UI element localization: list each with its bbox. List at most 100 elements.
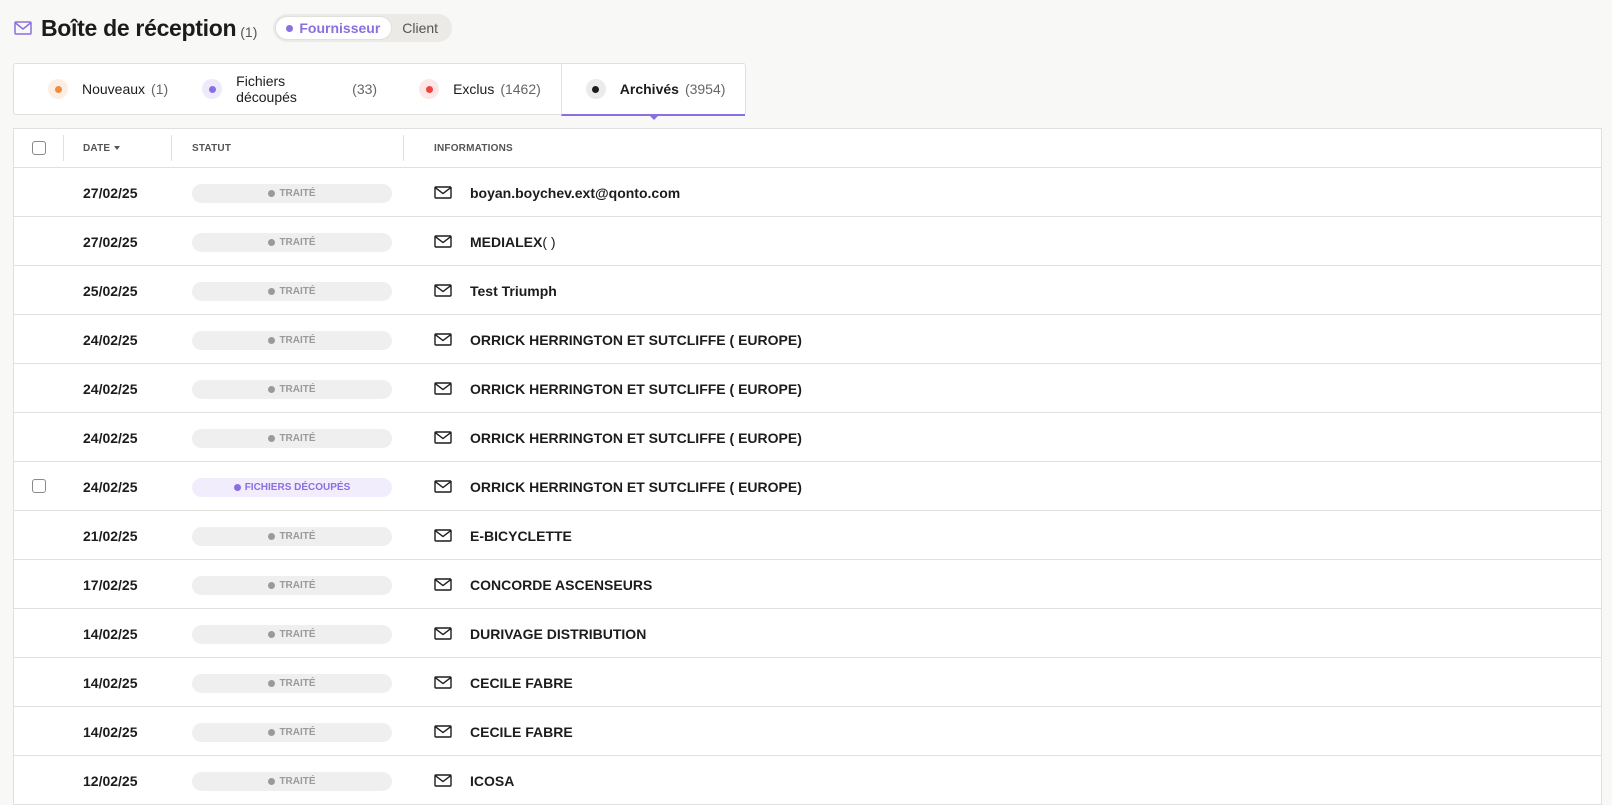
status-badge: TRAITÉ	[192, 625, 392, 644]
row-info: DURIVAGE DISTRIBUTION	[470, 625, 647, 642]
active-dot-icon	[286, 24, 294, 32]
table-row[interactable]: 27/02/25 TRAITÉ MEDIALEX ( )	[14, 217, 1601, 266]
envelope-icon	[434, 235, 452, 248]
row-info: CONCORDE ASCENSEURS	[470, 576, 653, 593]
column-divider	[171, 135, 172, 161]
status-badge: TRAITÉ	[192, 772, 392, 791]
row-date: 12/02/25	[83, 772, 138, 789]
row-date: 14/02/25	[83, 723, 138, 740]
column-header-status: STATUT	[192, 142, 232, 154]
row-date: 24/02/25	[83, 429, 138, 446]
envelope-icon	[434, 382, 452, 395]
status-dot-icon	[268, 631, 276, 638]
row-info: ORRICK HERRINGTON ET SUTCLIFFE ( EUROPE)	[470, 429, 802, 446]
page-title-count: (1)	[240, 24, 258, 40]
column-header-date[interactable]: DATE	[83, 129, 121, 167]
row-checkbox[interactable]	[32, 479, 46, 493]
column-divider	[63, 135, 64, 161]
status-dot-icon	[268, 386, 276, 393]
table-row[interactable]: 24/02/25 TRAITÉ ORRICK HERRINGTON ET SUTCL…	[14, 315, 1601, 364]
select-all-checkbox[interactable]	[32, 141, 46, 155]
table-row[interactable]: 12/02/25 TRAITÉ ICOSA	[14, 756, 1601, 805]
status-dot-icon	[268, 582, 276, 589]
envelope-icon	[434, 529, 452, 542]
row-info: boyan.boychev.ext@qonto.com	[470, 184, 681, 201]
column-divider	[403, 135, 404, 161]
status-badge: TRAITÉ	[192, 331, 392, 350]
status-badge: TRAITÉ	[192, 184, 392, 203]
tab-nouveaux[interactable]: Nouveaux (1)	[14, 64, 188, 114]
envelope-icon	[434, 725, 452, 738]
active-tab-caret-icon	[649, 116, 658, 120]
row-info: E-BICYCLETTE	[470, 527, 572, 544]
envelope-icon	[434, 578, 452, 591]
table-row[interactable]: 14/02/25 TRAITÉ CECILE FABRE	[14, 658, 1601, 707]
table-row[interactable]: 24/02/25 FICHIERS DÉCOUPÉS ORRICK HERRINGT…	[14, 462, 1601, 511]
row-date: 24/02/25	[83, 478, 138, 495]
purple-dot-icon	[202, 79, 223, 99]
row-info: CECILE FABRE	[470, 674, 573, 691]
envelope-icon	[434, 284, 452, 297]
status-dot-icon	[268, 435, 276, 442]
tab-archives[interactable]: Archivés (3954)	[560, 64, 746, 120]
row-info: ORRICK HERRINGTON ET SUTCLIFFE ( EUROPE)	[470, 380, 802, 397]
column-header-info: INFORMATIONS	[434, 142, 513, 154]
black-dot-icon	[585, 79, 606, 99]
row-date: 21/02/25	[83, 527, 138, 544]
row-date: 14/02/25	[83, 674, 138, 691]
page-title: Boîte de réception	[41, 14, 237, 41]
status-dot-icon	[268, 729, 276, 736]
table-row[interactable]: 14/02/25 TRAITÉ CECILE FABRE	[14, 707, 1601, 756]
red-dot-icon	[419, 79, 440, 99]
table-row[interactable]: 14/02/25 TRAITÉ DURIVAGE DISTRIBUTION	[14, 609, 1601, 658]
row-date: 27/02/25	[83, 233, 138, 250]
status-dot-icon	[268, 337, 276, 344]
row-info: ORRICK HERRINGTON ET SUTCLIFFE ( EUROPE)	[470, 331, 802, 348]
status-badge: TRAITÉ	[192, 282, 392, 301]
row-info: ICOSA	[470, 772, 515, 789]
table-body: 27/02/25 TRAITÉ boyan.boychev.ext@qonto.co…	[14, 168, 1601, 805]
status-badge: TRAITÉ	[192, 723, 392, 742]
status-dot-icon	[268, 239, 276, 246]
tab-exclus[interactable]: Exclus (1462)	[397, 64, 561, 114]
inbox-tabs: Nouveaux (1) Fichiers découpés (33) Excl…	[13, 63, 747, 120]
table-header: DATE STATUT INFORMATIONS	[14, 129, 1601, 168]
table-row[interactable]: 17/02/25 TRAITÉ CONCORDE ASCENSEURS	[14, 560, 1601, 609]
status-badge: TRAITÉ	[192, 380, 392, 399]
switch-option-client[interactable]: Client	[391, 17, 449, 39]
row-info: ORRICK HERRINGTON ET SUTCLIFFE ( EUROPE)	[470, 478, 802, 495]
status-dot-icon	[268, 533, 276, 540]
status-badge: TRAITÉ	[192, 429, 392, 448]
status-badge: TRAITÉ	[192, 233, 392, 252]
status-badge: TRAITÉ	[192, 527, 392, 546]
status-badge: TRAITÉ	[192, 674, 392, 693]
table-row[interactable]: 27/02/25 TRAITÉ boyan.boychev.ext@qonto.co…	[14, 168, 1601, 217]
envelope-icon	[434, 186, 452, 199]
status-dot-icon	[268, 190, 276, 197]
inbox-mail-icon	[14, 21, 32, 35]
table-row[interactable]: 25/02/25 TRAITÉ Test Triumph	[14, 266, 1601, 315]
envelope-icon	[434, 480, 452, 493]
select-all-checkbox-cell	[32, 129, 46, 167]
status-dot-icon	[233, 484, 241, 491]
envelope-icon	[434, 431, 452, 444]
switch-option-fournisseur[interactable]: Fournisseur	[276, 17, 392, 39]
row-date: 25/02/25	[83, 282, 138, 299]
table-row[interactable]: 24/02/25 TRAITÉ ORRICK HERRINGTON ET SUTCL…	[14, 413, 1601, 462]
row-date: 17/02/25	[83, 576, 138, 593]
status-badge: TRAITÉ	[192, 576, 392, 595]
row-info: MEDIALEX ( )	[470, 233, 556, 250]
row-date: 24/02/25	[83, 331, 138, 348]
envelope-icon	[434, 774, 452, 787]
documents-table: DATE STATUT INFORMATIONS 27/02/25 TRAITÉ b…	[13, 128, 1602, 805]
envelope-icon	[434, 627, 452, 640]
status-dot-icon	[268, 680, 276, 687]
table-row[interactable]: 24/02/25 TRAITÉ ORRICK HERRINGTON ET SUTCL…	[14, 364, 1601, 413]
orange-dot-icon	[48, 79, 68, 99]
table-row[interactable]: 21/02/25 TRAITÉ E-BICYCLETTE	[14, 511, 1601, 560]
tab-fichiers-decoupes[interactable]: Fichiers découpés (33)	[188, 64, 397, 114]
page-header: Boîte de réception (1) Fournisseur Clien…	[14, 12, 453, 44]
envelope-icon	[434, 333, 452, 346]
row-info: Test Triumph	[470, 282, 557, 299]
row-date: 27/02/25	[83, 184, 138, 201]
